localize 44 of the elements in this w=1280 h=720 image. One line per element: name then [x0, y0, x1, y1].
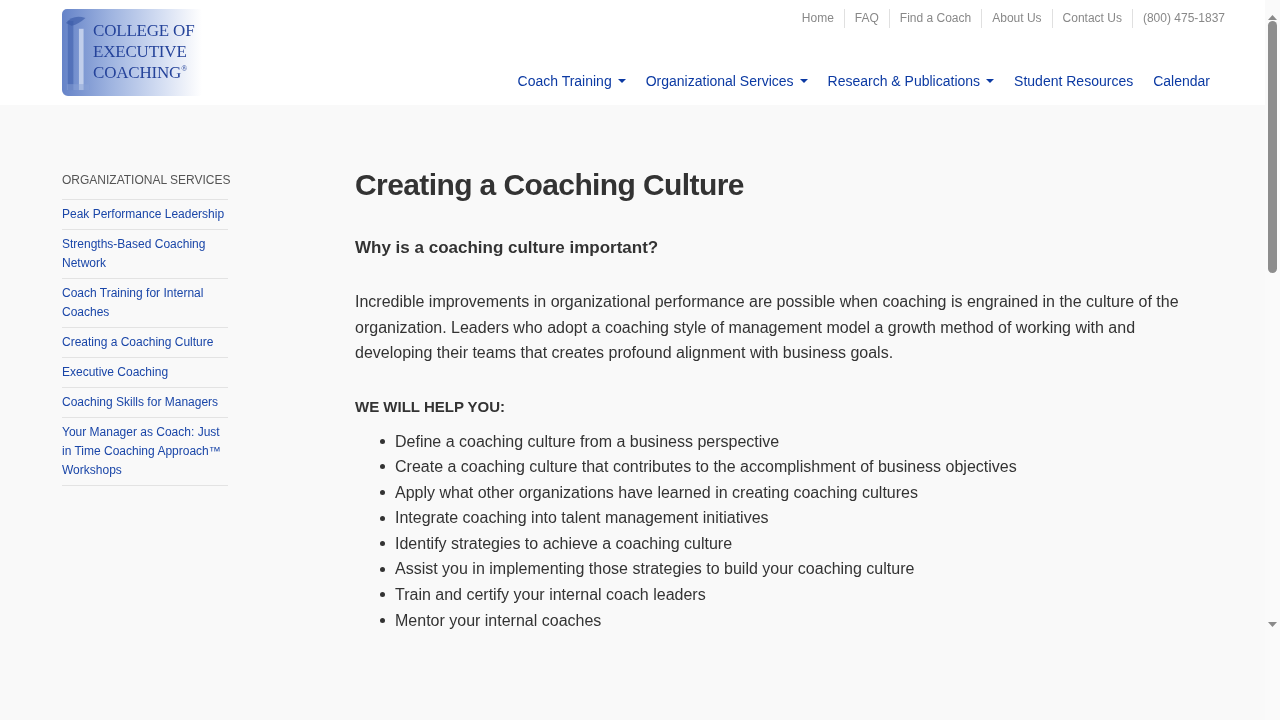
sidebar-link[interactable]: Peak Performance Leadership: [62, 205, 228, 224]
list-item-text: Identify strategies to achieve a coaching culture: [395, 533, 733, 554]
sidebar-heading: ORGANIZATIONAL SERVICES: [62, 172, 228, 189]
list-item-text: Create a coaching culture that contributes to the accomplishment of business objectives: [395, 457, 1017, 478]
sidebar-link[interactable]: Executive Coaching: [62, 363, 228, 382]
section-heading: Why is a coaching culture important?: [355, 237, 660, 259]
scroll-up-arrow-icon[interactable]: [1268, 15, 1277, 20]
bullet-icon: [380, 617, 385, 623]
logo-link[interactable]: COLLEGE OF EXECUTIVE COACHING$^{®}$: [62, 9, 202, 96]
list-item-text: Define a coaching culture from a business perspective: [395, 431, 780, 452]
sidebar-link[interactable]: Your Manager as Coach: Just in Time Coaching Approach™ Workshops: [62, 423, 228, 480]
list-item-text: Train and certify your internal coach leaders: [395, 585, 706, 606]
bullet-icon: [380, 566, 385, 572]
main-nav-link[interactable]: Research & Publications: [817, 71, 1005, 91]
main-nav-link[interactable]: Student Resources: [1004, 71, 1144, 91]
top-nav-link[interactable]: Home: [791, 9, 844, 28]
bullet-icon: [380, 438, 385, 444]
top-nav-link[interactable]: FAQ: [843, 9, 889, 28]
list-heading: WE WILL HELP YOU:: [355, 396, 506, 417]
bullet-icon: [380, 541, 385, 547]
scroll-down-arrow-icon[interactable]: [1268, 622, 1277, 627]
sidebar-link[interactable]: Coaching Skills for Managers: [62, 393, 228, 412]
list-item-text: Assist you in implementing those strategies to build your coaching culture: [395, 559, 915, 580]
top-nav-link[interactable]: Contact Us: [1051, 9, 1132, 28]
bullet-icon: [380, 592, 385, 598]
intro-paragraph: Incredible improvements in organizational performance are possible when coaching is engrained in the culture of the organization. Leaders who adopt a coaching style of management model a growth method of working with and developing their teams that creates profound alignment with business goals.: [355, 292, 1180, 363]
sidebar-link[interactable]: Strengths-Based Coaching Network: [62, 235, 228, 273]
sidebar-link[interactable]: Creating a Coaching Culture: [62, 333, 228, 352]
list-item-text: Mentor your internal coaches: [395, 610, 602, 631]
main-nav-link[interactable]: Coach Training: [507, 71, 636, 91]
page-title: Creating a Coaching Culture: [355, 167, 745, 203]
sidebar-link[interactable]: Coach Training for Internal Coaches: [62, 284, 228, 322]
bullet-icon: [380, 515, 385, 521]
list-item-text: Apply what other organizations have learned in creating coaching cultures: [395, 482, 918, 503]
top-nav-link[interactable]: (800) 475-1837: [1131, 9, 1225, 28]
bullet-icon: [380, 490, 385, 495]
scrollbar-thumb[interactable]: [1268, 21, 1277, 273]
bullet-icon: [380, 464, 385, 470]
logo-text: COLLEGE OF EXECUTIVE COACHING$^{®}$: [93, 19, 195, 83]
list-item-text: Integrate coaching into talent management initiatives: [395, 508, 769, 529]
main-nav-link[interactable]: Calendar: [1143, 71, 1210, 91]
main-nav-link[interactable]: Organizational Services: [635, 71, 818, 91]
top-nav-link[interactable]: About Us: [981, 9, 1052, 28]
top-nav-link[interactable]: Find a Coach: [888, 9, 982, 28]
